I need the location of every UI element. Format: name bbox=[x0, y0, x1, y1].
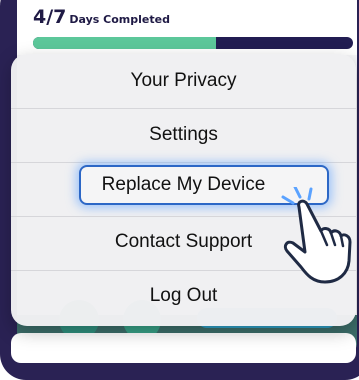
progress-bar bbox=[33, 37, 353, 49]
progress-label: Days Completed bbox=[69, 13, 170, 26]
progress-bar-fill bbox=[33, 37, 216, 49]
pointing-hand-icon bbox=[281, 187, 352, 284]
progress-heading: 4/7 Days Completed bbox=[33, 6, 170, 28]
menu-item-label: Replace My Device bbox=[101, 174, 266, 195]
menu-item-your-privacy[interactable]: Your Privacy bbox=[11, 54, 356, 108]
menu-item-label: Log Out bbox=[149, 285, 218, 306]
menu-item-label: Settings bbox=[149, 124, 218, 145]
lower-card bbox=[11, 333, 356, 363]
progress-card: 4/7 Days Completed bbox=[17, 0, 357, 55]
menu-item-settings[interactable]: Settings bbox=[11, 108, 356, 162]
progress-count: 4/7 bbox=[33, 6, 67, 28]
menu-item-label: Contact Support bbox=[114, 231, 253, 252]
menu-item-label: Your Privacy bbox=[130, 70, 237, 91]
